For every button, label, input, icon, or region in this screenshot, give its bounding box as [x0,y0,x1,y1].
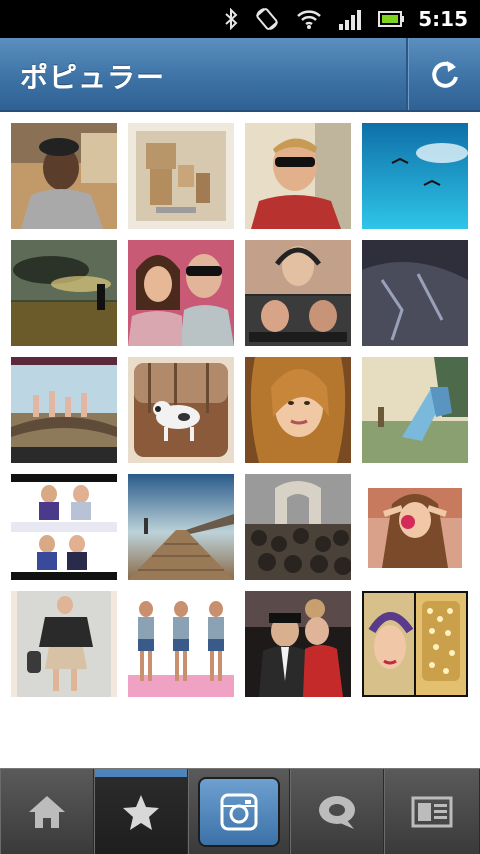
header-divider [406,38,408,110]
photo-thumbnail[interactable] [128,240,234,346]
photo-thumbnail[interactable] [362,357,468,463]
nav-popular[interactable] [94,769,188,854]
speech-bubble-icon [319,796,355,829]
photo-thumbnail[interactable] [11,591,117,697]
photo-thumbnail[interactable] [245,240,351,346]
camera-icon [220,793,258,831]
home-icon [29,796,65,828]
status-bar: 5:15 [0,0,480,38]
profile-card-icon [411,796,453,828]
camera-button[interactable] [198,777,280,847]
photo-thumbnail[interactable] [128,474,234,580]
app-root: 5:15 ポピュラー [0,0,480,854]
photo-thumbnail[interactable] [11,357,117,463]
photo-thumbnail[interactable] [362,474,468,580]
nav-news[interactable] [290,769,384,854]
bottom-nav [0,768,480,854]
nav-camera[interactable] [188,769,290,854]
status-time: 5:15 [418,7,468,31]
photo-thumbnail[interactable] [128,591,234,697]
photo-thumbnail[interactable] [245,357,351,463]
page-title: ポピュラー [20,61,166,94]
signal-icon [339,10,362,30]
nav-profile[interactable] [384,769,480,854]
refresh-icon [432,61,458,88]
bluetooth-icon [225,8,238,30]
photo-thumbnail[interactable] [245,591,351,697]
star-icon [123,795,159,830]
battery-icon [378,11,405,27]
refresh-button[interactable] [410,38,480,110]
photo-thumbnail[interactable] [11,474,117,580]
photo-thumbnail[interactable] [362,591,468,697]
photo-thumbnail[interactable] [362,240,468,346]
status-icons: 5:15 [208,0,480,38]
photo-thumbnail[interactable] [128,123,234,229]
photo-thumbnail[interactable] [11,123,117,229]
photo-thumbnail[interactable] [11,240,117,346]
rotate-icon [256,8,279,30]
wifi-icon [297,10,322,29]
nav-home[interactable] [0,769,94,854]
photo-thumbnail[interactable] [245,123,351,229]
active-tab-indicator [95,769,187,777]
photo-thumbnail[interactable] [245,474,351,580]
app-header: ポピュラー [0,38,480,112]
photo-thumbnail[interactable] [362,123,468,229]
photo-thumbnail[interactable] [128,357,234,463]
